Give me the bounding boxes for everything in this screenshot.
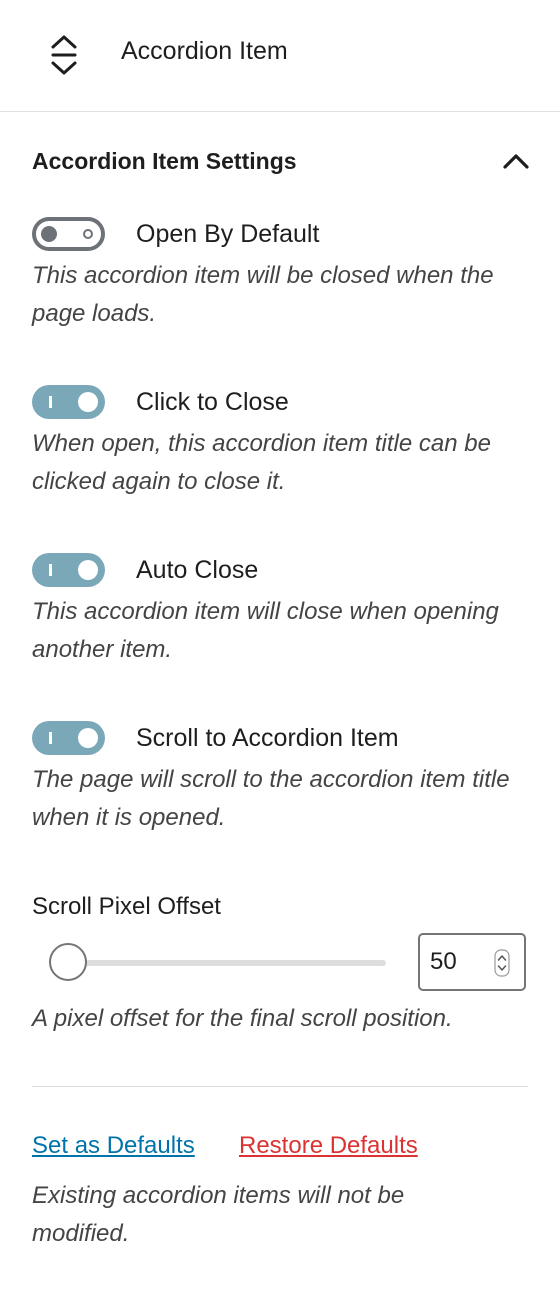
chevron-up-icon[interactable] bbox=[500, 146, 532, 176]
scroll-offset-value[interactable]: 50 bbox=[430, 948, 457, 976]
restore-defaults-link[interactable]: Restore Defaults bbox=[239, 1131, 418, 1161]
accordion-icon bbox=[51, 35, 77, 75]
auto-close-toggle[interactable] bbox=[32, 553, 105, 587]
defaults-help-text: Existing accordion items will not be mod… bbox=[32, 1182, 405, 1247]
toggle-label[interactable]: Open By Default bbox=[136, 219, 319, 249]
toggle-on-indicator bbox=[49, 396, 52, 408]
open-by-default-toggle[interactable] bbox=[32, 217, 105, 251]
panel-title[interactable]: Accordion Item Settings bbox=[32, 146, 297, 176]
toggle-on-indicator bbox=[49, 732, 52, 744]
toggle-help-text: This accordion item will close when open… bbox=[32, 598, 499, 663]
toggle-off-indicator bbox=[83, 229, 93, 239]
scroll-offset-slider-track[interactable] bbox=[50, 960, 386, 966]
block-card: Accordion Item bbox=[0, 0, 560, 112]
toggle-label[interactable]: Auto Close bbox=[136, 555, 258, 585]
spinner-arrows-icon[interactable] bbox=[494, 949, 510, 977]
toggle-help-text: This accordion item will be closed when … bbox=[32, 262, 494, 327]
toggle-knob bbox=[78, 728, 98, 748]
scroll-offset-number-input[interactable]: 50 bbox=[418, 933, 526, 991]
scroll-offset-label: Scroll Pixel Offset bbox=[32, 893, 221, 920]
scroll-offset-help-text: A pixel offset for the final scroll posi… bbox=[32, 1005, 453, 1032]
scroll-to-item-toggle[interactable] bbox=[32, 721, 105, 755]
click-to-close-toggle[interactable] bbox=[32, 385, 105, 419]
toggle-knob bbox=[78, 560, 98, 580]
scroll-offset-slider-thumb[interactable] bbox=[49, 943, 87, 981]
toggle-knob bbox=[41, 226, 57, 242]
toggle-help-text: The page will scroll to the accordion it… bbox=[32, 766, 510, 831]
set-as-defaults-link[interactable]: Set as Defaults bbox=[32, 1131, 195, 1161]
toggle-label[interactable]: Scroll to Accordion Item bbox=[136, 723, 399, 753]
divider bbox=[32, 1086, 528, 1087]
toggle-help-text: When open, this accordion item title can… bbox=[32, 430, 491, 495]
block-title: Accordion Item bbox=[121, 37, 288, 65]
toggle-on-indicator bbox=[49, 564, 52, 576]
toggle-knob bbox=[78, 392, 98, 412]
toggle-label[interactable]: Click to Close bbox=[136, 387, 289, 417]
